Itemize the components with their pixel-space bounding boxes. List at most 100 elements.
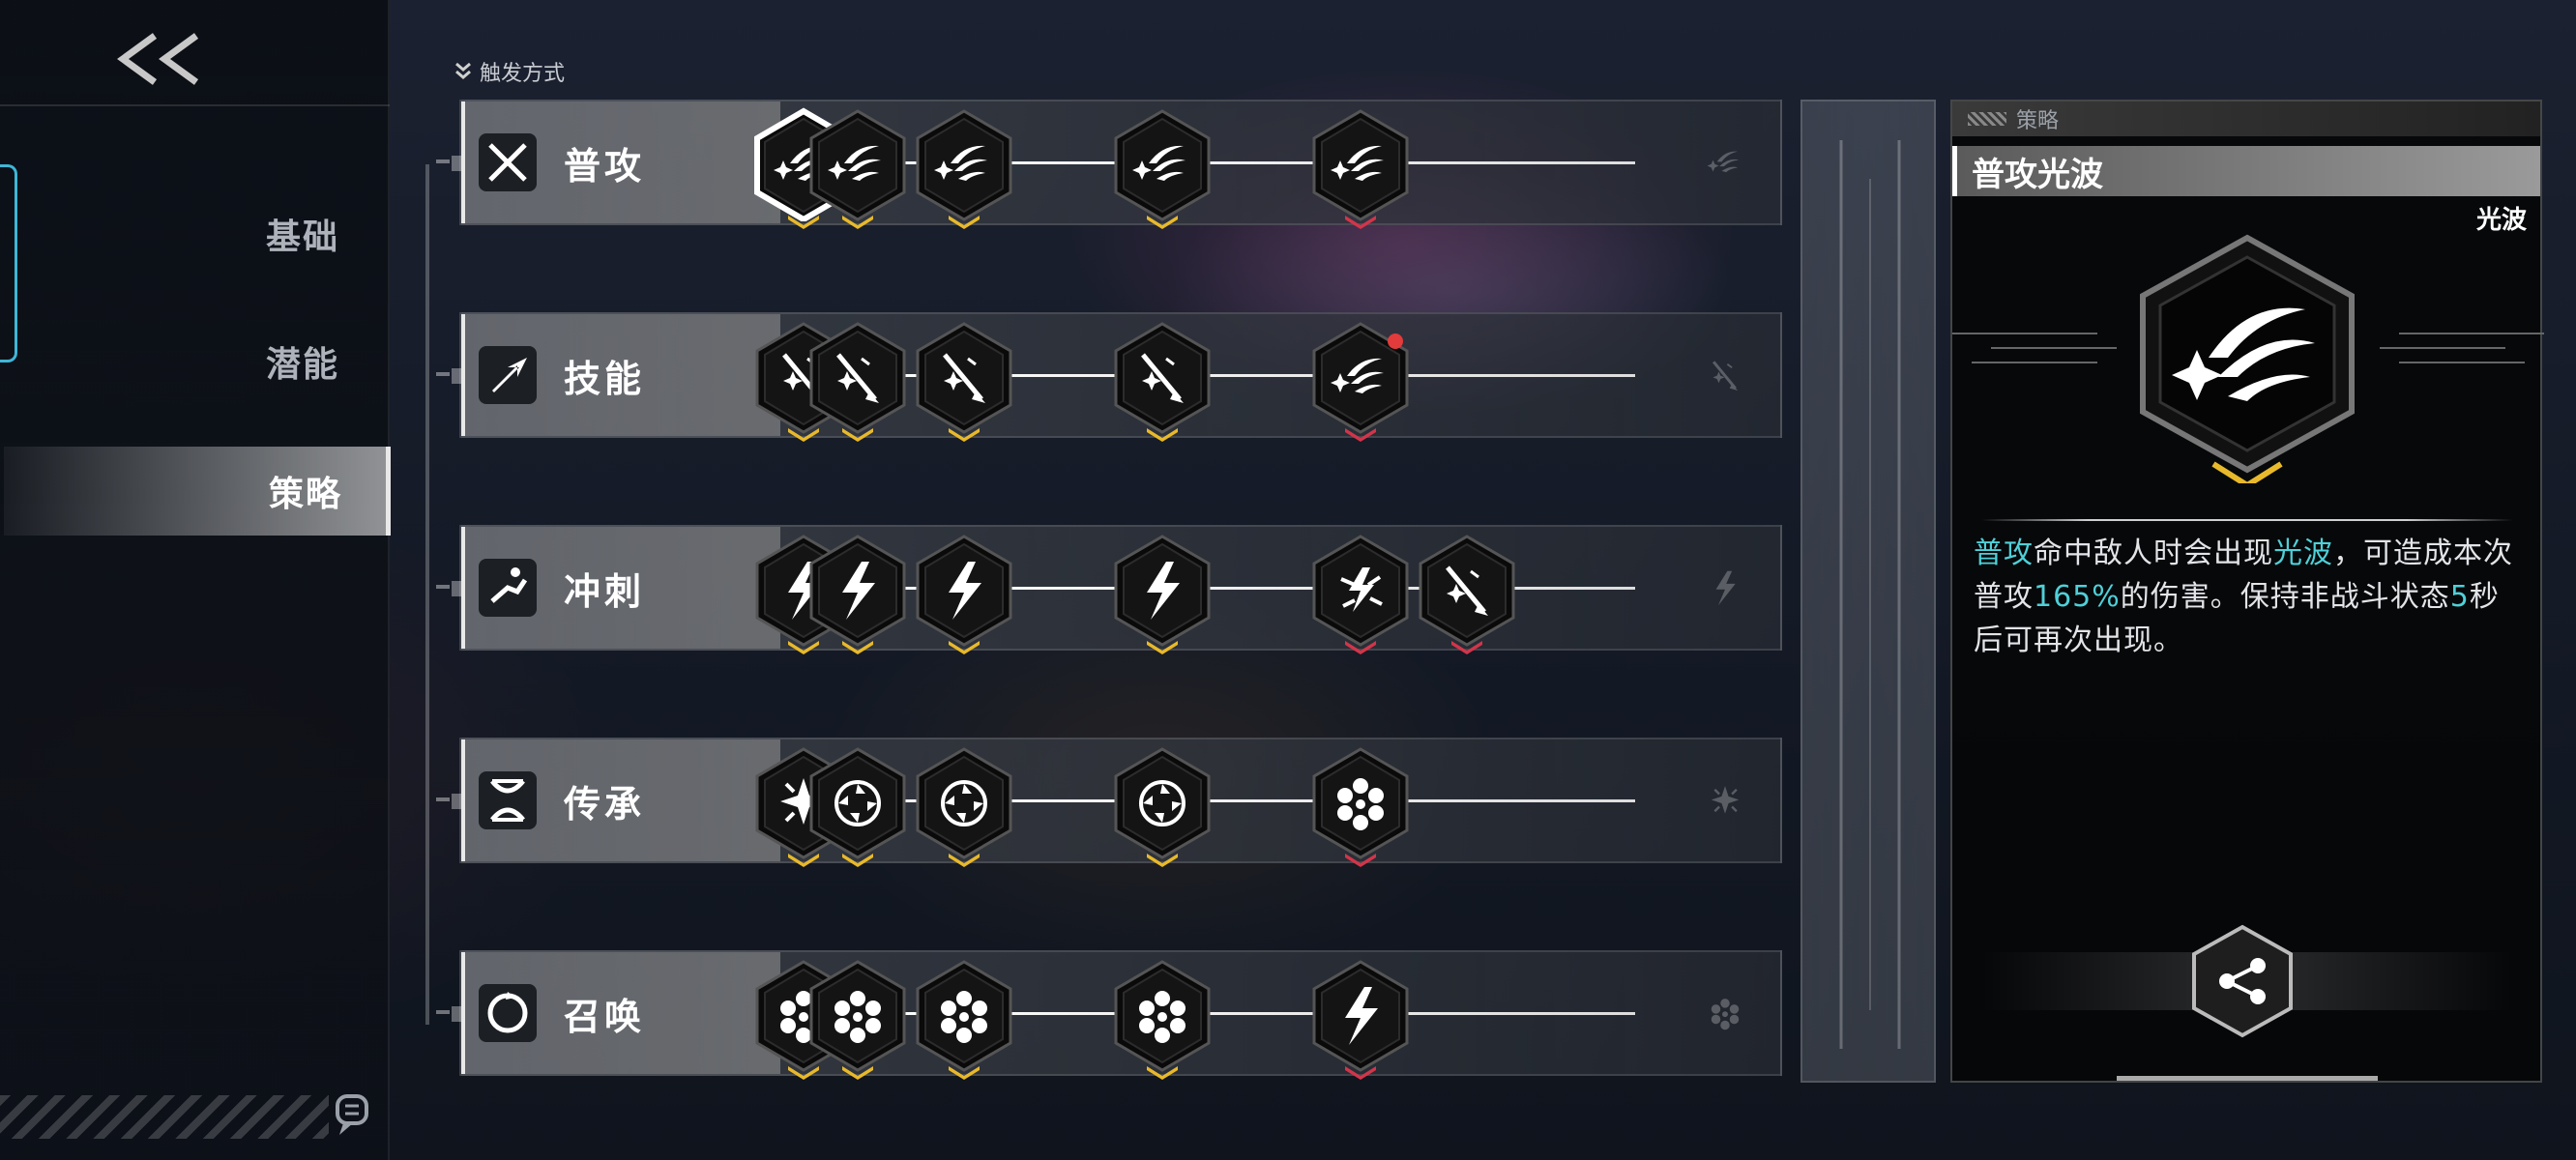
strategy-node[interactable] — [1415, 533, 1519, 654]
row-label: 传承 — [564, 782, 646, 826]
tier-chevron-icon — [1147, 641, 1178, 654]
row-label: 冲刺 — [564, 569, 646, 613]
vortex-icon — [809, 747, 906, 859]
detail-panel: 策略 普攻光波 光波 普攻命中敌人时会出现光波，可造成本次普攻165%的伤害。保… — [1950, 100, 2544, 1083]
tier-chevron-icon — [1147, 1066, 1178, 1080]
row-header[interactable]: 普攻 — [461, 102, 780, 223]
light-wave-icon — [1312, 322, 1409, 434]
strategy-node[interactable] — [805, 958, 910, 1080]
tier-chevron-icon — [1147, 216, 1178, 229]
sidebar-stripes — [0, 1095, 329, 1139]
double-chevron-left-icon — [117, 33, 199, 85]
strategy-row: 传承 — [436, 738, 1782, 867]
strategy-node[interactable] — [805, 533, 910, 654]
tier-chevron-icon — [842, 641, 873, 654]
nav-item-basic[interactable]: 基础 — [0, 189, 388, 278]
strategy-node[interactable] — [1308, 320, 1413, 442]
strategy-node[interactable] — [805, 107, 910, 229]
strategy-node[interactable] — [1308, 107, 1413, 229]
strategy-node[interactable] — [1110, 745, 1215, 867]
highlight-text: 光波 — [2273, 536, 2333, 570]
flower-ring-icon — [1114, 960, 1211, 1072]
panel-title: 普攻光波 — [1952, 146, 2540, 196]
sword-burst-icon — [1419, 535, 1515, 647]
lightning-icon — [1715, 570, 1736, 606]
row-header[interactable]: 技能 — [461, 314, 780, 436]
strategy-node[interactable] — [1308, 533, 1413, 654]
tier-chevron-icon — [1345, 1066, 1376, 1080]
lightning-icon — [916, 535, 1012, 647]
tier-chevron-icon — [842, 1066, 873, 1080]
scroll-column[interactable] — [1800, 100, 1936, 1083]
strategy-node[interactable] — [805, 320, 910, 442]
trigger-label: 触发方式 — [480, 62, 566, 86]
panel-tag: 策略 — [1952, 102, 2540, 136]
circuit-lines — [1952, 333, 2544, 363]
sidebar: 基础 潜能 策略 — [0, 0, 391, 1160]
strategy-node[interactable] — [1110, 107, 1215, 229]
sword-burst-icon — [916, 322, 1012, 434]
nav-item-potential[interactable]: 潜能 — [0, 317, 388, 406]
panel-tag-label: 策略 — [2016, 109, 2060, 133]
vortex-icon — [1114, 747, 1211, 859]
tier-chevron-icon — [1147, 854, 1178, 867]
strategy-node[interactable] — [912, 958, 1016, 1080]
row-header[interactable]: 冲刺 — [461, 527, 780, 649]
double-chevron-down-icon — [455, 62, 471, 79]
tier-chevron-icon — [1147, 428, 1178, 442]
tier-chevron-icon — [1345, 854, 1376, 867]
tier-chevron-icon — [1451, 641, 1482, 654]
lightning-burst-icon — [1312, 535, 1409, 647]
tier-chevron-icon — [842, 216, 873, 229]
chat-bubble-icon[interactable] — [334, 1092, 376, 1139]
strategy-node[interactable] — [1110, 533, 1215, 654]
strategy-node[interactable] — [1110, 958, 1215, 1080]
row-connector-dash — [436, 1006, 461, 1022]
row-label: 召唤 — [564, 995, 646, 1038]
light-wave-icon — [809, 109, 906, 221]
strategy-node[interactable] — [912, 107, 1016, 229]
row-connector-dash — [436, 368, 461, 384]
row-label: 普攻 — [564, 144, 646, 188]
nav-label: 基础 — [265, 218, 339, 257]
strategy-node[interactable] — [912, 533, 1016, 654]
stripes-decoration — [1968, 112, 2006, 126]
sword-burst-icon — [1114, 322, 1211, 434]
sword-burst-icon — [1712, 361, 1739, 392]
strategy-node[interactable] — [1308, 745, 1413, 867]
highlight-text: 5 — [2449, 580, 2470, 614]
share-button[interactable] — [2184, 923, 2300, 1039]
strategy-node[interactable] — [912, 320, 1016, 442]
tier-chevron-icon — [1345, 428, 1376, 442]
tier-chevron-icon — [949, 1066, 980, 1080]
strategy-node[interactable] — [1308, 958, 1413, 1080]
strategy-node[interactable] — [805, 745, 910, 867]
back-button[interactable] — [106, 25, 213, 93]
dna-helix-icon — [479, 771, 537, 829]
nav-item-strategy[interactable]: 策略 — [4, 447, 391, 536]
strategy-row: 召唤 — [436, 950, 1782, 1080]
row-connector-dash — [436, 156, 461, 171]
flower-ring-icon — [809, 960, 906, 1072]
row-header[interactable]: 召唤 — [461, 952, 780, 1074]
strategy-row: 普攻 — [436, 100, 1782, 229]
flower-ring-icon — [1312, 747, 1409, 859]
tier-chevron-icon — [949, 216, 980, 229]
panel-description: 普攻命中敌人时会出现光波，可造成本次普攻165%的伤害。保持非战斗状态5秒后可再… — [1974, 532, 2515, 662]
light-wave-icon — [1707, 151, 1740, 173]
strategy-node[interactable] — [912, 745, 1016, 867]
highlight-text: 普攻 — [1974, 536, 2034, 570]
lightning-icon — [809, 535, 906, 647]
row-connector-dash — [436, 581, 461, 596]
tier-chevron-icon — [1345, 216, 1376, 229]
tier-chevron-icon — [842, 428, 873, 442]
nav-label: 潜能 — [265, 345, 339, 385]
strategy-node[interactable] — [1110, 320, 1215, 442]
crossed-swords-icon — [479, 133, 537, 191]
panel-subtitle: 光波 — [2475, 206, 2527, 235]
strategy-row: 技能 — [436, 312, 1782, 442]
description-text: 的伤害。保持非战斗状态 — [2120, 580, 2450, 614]
row-header[interactable]: 传承 — [461, 740, 780, 861]
light-wave-icon — [916, 109, 1012, 221]
skill-arrow-icon — [479, 346, 537, 404]
